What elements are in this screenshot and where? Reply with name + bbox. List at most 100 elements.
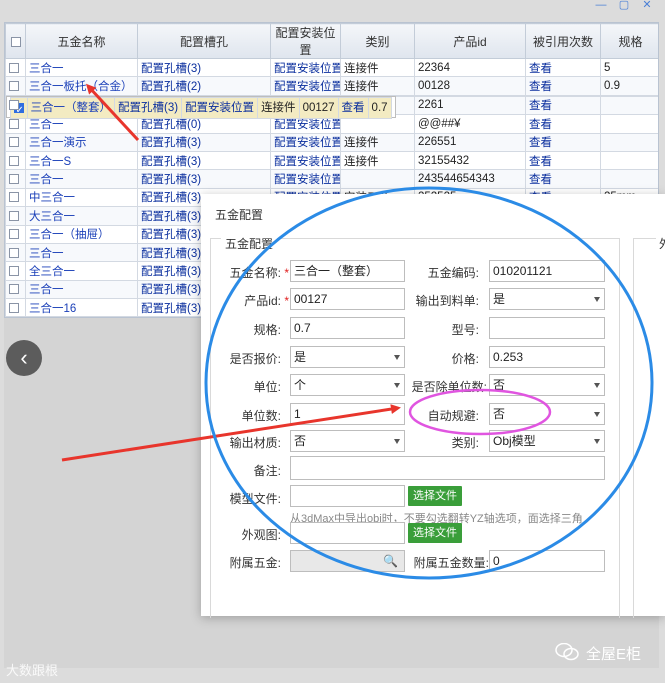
slot-config-link[interactable]: 配置孔槽(2): [137, 76, 271, 96]
column-header[interactable]: 类别: [340, 23, 415, 59]
column-header[interactable]: 配置槽孔: [137, 23, 271, 59]
table-row[interactable]: 三合一板托（合金） 配置孔槽(2) 配置安装位置 连接件 00128 查看 0.9: [5, 76, 658, 96]
row-checkbox[interactable]: [5, 57, 26, 78]
checkbox[interactable]: [9, 247, 19, 258]
hardware-name-link[interactable]: 三合一: [25, 242, 138, 263]
row-checkbox[interactable]: [5, 132, 26, 152]
row-checkbox[interactable]: [5, 298, 26, 317]
hardware-name-link[interactable]: 三合一（抽屉）: [25, 224, 138, 244]
row-checkbox[interactable]: [5, 206, 26, 226]
table-row[interactable]: 三合一 配置孔槽(3) 配置安装位置 连接件 22364 查看 5: [5, 57, 658, 78]
row-checkbox[interactable]: [5, 279, 26, 300]
appearance-button[interactable]: 选择文件: [408, 523, 462, 543]
checkbox[interactable]: [9, 81, 19, 92]
checkbox[interactable]: [9, 229, 19, 240]
install-position-link[interactable]: 配置安装位置: [270, 132, 341, 152]
view-references-link[interactable]: 查看: [525, 76, 601, 96]
install-position-link[interactable]: 配置安装位置: [181, 96, 259, 119]
view-references-link[interactable]: 查看: [525, 132, 601, 152]
quote-select[interactable]: 是: [290, 346, 405, 368]
hardware-name-link[interactable]: 三合一板托（合金）: [25, 76, 138, 96]
hardware-name-link[interactable]: 三合一: [25, 57, 138, 78]
checkbox[interactable]: [9, 210, 19, 221]
slot-config-link[interactable]: 配置孔槽(3): [137, 169, 271, 189]
close-icon[interactable]: ✕: [636, 0, 658, 12]
spec-input[interactable]: 0.7: [290, 317, 405, 339]
hardware-name-link[interactable]: 三合一16: [25, 298, 138, 317]
row-checkbox[interactable]: [5, 224, 26, 244]
slot-config-link[interactable]: 配置孔槽(3): [137, 57, 271, 78]
hardware-name-link[interactable]: 中三合一: [25, 187, 138, 208]
header-select-all[interactable]: [5, 23, 26, 59]
row-checkbox[interactable]: [5, 242, 26, 263]
checkbox[interactable]: [9, 284, 19, 295]
column-header[interactable]: 产品id: [414, 23, 526, 59]
install-position-link[interactable]: 配置安装位置: [270, 150, 341, 171]
category-select[interactable]: Obj模型: [489, 430, 605, 452]
column-header[interactable]: 五金名称: [25, 23, 138, 59]
material-select[interactable]: 否: [290, 430, 405, 452]
view-references-link[interactable]: 查看: [525, 114, 601, 134]
hardware-name-link[interactable]: 大三合一: [25, 206, 138, 226]
attached-qty-input[interactable]: 0: [489, 550, 605, 572]
unit-count-input[interactable]: 1: [290, 403, 405, 425]
row-checkbox[interactable]: [5, 261, 26, 281]
column-header[interactable]: 被引用次数: [525, 23, 601, 59]
appearance-input[interactable]: [290, 522, 405, 544]
slot-config-link[interactable]: 配置孔槽(3): [113, 96, 183, 119]
view-references-link[interactable]: 查看: [525, 57, 601, 78]
export-select[interactable]: 是: [489, 288, 605, 310]
hardware-name-link[interactable]: 三合一: [25, 279, 138, 300]
unit-select[interactable]: 个: [290, 374, 405, 396]
install-position-link[interactable]: 配置安装位置: [270, 169, 341, 189]
slot-config-link[interactable]: 配置孔槽(3): [137, 150, 271, 171]
table-row[interactable]: 三合一 配置孔槽(3) 配置安装位置 243544654343 查看: [5, 169, 658, 189]
name-input[interactable]: 三合一（整套）: [290, 260, 405, 282]
row-checkbox[interactable]: [5, 76, 26, 96]
checkbox[interactable]: [9, 62, 19, 73]
table-row[interactable]: 三合一演示 配置孔槽(3) 配置安装位置 连接件 226551 查看: [5, 132, 658, 152]
row-checkbox[interactable]: [5, 187, 26, 208]
select-all-checkbox[interactable]: [10, 36, 21, 47]
divide-select[interactable]: 否: [489, 374, 605, 396]
checkbox[interactable]: [9, 192, 19, 203]
view-references-link[interactable]: 查看: [525, 169, 601, 189]
column-header[interactable]: 配置安装位置: [270, 23, 341, 59]
row-checkbox[interactable]: [5, 150, 26, 171]
remark-textarea[interactable]: [290, 456, 605, 480]
hardware-name-link[interactable]: 三合一（整套）: [26, 96, 115, 119]
auto-avoid-select[interactable]: 否: [489, 403, 605, 425]
code-input[interactable]: 010201121: [489, 260, 605, 282]
checkbox[interactable]: [9, 155, 19, 166]
prev-arrow-button[interactable]: ‹: [6, 340, 42, 376]
model-file-input[interactable]: [290, 485, 405, 507]
install-position-link[interactable]: 配置安装位置: [270, 57, 341, 78]
hardware-name-link[interactable]: 三合一: [25, 169, 138, 189]
model-file-button[interactable]: 选择文件: [408, 486, 462, 506]
product-id-input[interactable]: 00127: [290, 288, 405, 310]
checkbox[interactable]: [9, 302, 19, 313]
search-icon[interactable]: 🔍: [383, 554, 398, 568]
checkbox[interactable]: [9, 174, 19, 184]
checkbox[interactable]: [9, 137, 19, 148]
table-row[interactable]: 三合一S 配置孔槽(3) 配置安装位置 连接件 32155432 查看: [5, 150, 658, 171]
model-input[interactable]: [489, 317, 605, 339]
table-row[interactable]: 三合一（整套）配置孔槽(3)配置安装位置连接件00127查看0.7: [5, 95, 396, 119]
checkbox[interactable]: [9, 118, 19, 129]
price-input[interactable]: 0.253: [489, 346, 605, 368]
hardware-name-link[interactable]: 三合一演示: [25, 132, 138, 152]
maximize-icon[interactable]: ▢: [613, 0, 635, 12]
hardware-name-link[interactable]: 全三合一: [25, 261, 138, 281]
checkbox[interactable]: [9, 100, 19, 111]
view-references-link[interactable]: 查看: [525, 95, 601, 116]
category-cell: 连接件: [340, 57, 415, 78]
view-references-link[interactable]: 查看: [337, 96, 369, 119]
row-checkbox[interactable]: [5, 169, 26, 189]
checkbox[interactable]: [9, 265, 19, 276]
minimize-icon[interactable]: —: [590, 0, 612, 12]
slot-config-link[interactable]: 配置孔槽(3): [137, 132, 271, 152]
hardware-name-link[interactable]: 三合一S: [25, 150, 138, 171]
column-header[interactable]: 规格: [600, 23, 658, 59]
install-position-link[interactable]: 配置安装位置: [270, 76, 341, 96]
view-references-link[interactable]: 查看: [525, 150, 601, 171]
